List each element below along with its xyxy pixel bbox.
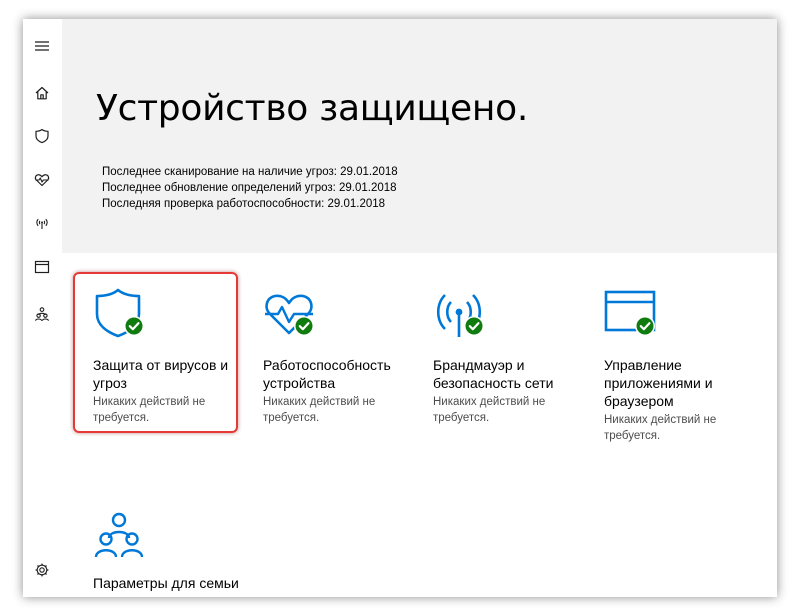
tile-device-health[interactable]: Работоспособность устройства Никаких дей… <box>263 287 415 427</box>
hamburger-menu-icon <box>35 41 49 51</box>
tile-subtitle: Никаких действий не требуется. <box>263 396 376 424</box>
last-scan-line: Последнее сканирование на наличие угроз:… <box>102 166 398 178</box>
antenna-check-icon <box>436 294 484 337</box>
sidebar-item-family-options[interactable] <box>28 300 56 328</box>
home-icon <box>35 86 49 100</box>
tile-virus-threat-protection[interactable]: Защита от вирусов и угроз Никаких действ… <box>93 287 245 427</box>
shield-icon <box>35 128 49 144</box>
tile-title: Защита от вирусов и угроз <box>93 357 229 391</box>
sidebar-item-virus-protection[interactable] <box>28 122 56 150</box>
shield-check-icon <box>95 288 144 338</box>
heart-pulse-icon <box>34 174 50 187</box>
tile-family-options[interactable]: Параметры для семьи <box>93 511 245 591</box>
tile-title: Работоспособность устройства <box>263 357 391 391</box>
family-icon <box>35 307 49 321</box>
status-hero: Устройство защищено. Последнее сканирова… <box>62 19 777 253</box>
gear-icon <box>35 563 49 577</box>
tile-subtitle: Никаких действий не требуется. <box>93 396 206 424</box>
family-icon <box>94 512 144 558</box>
windows-defender-window: Устройство защищено. Последнее сканирова… <box>23 19 777 597</box>
tile-title: Управление приложениями и браузером <box>604 357 713 409</box>
hamburger-menu-button[interactable] <box>28 32 56 60</box>
sidebar-item-firewall[interactable] <box>28 209 56 237</box>
sidebar-item-device-health[interactable] <box>28 166 56 194</box>
browser-window-icon <box>34 260 50 274</box>
tile-subtitle: Никаких действий не требуется. <box>433 396 546 424</box>
screenshot-stage: Устройство защищено. Последнее сканирова… <box>0 0 800 616</box>
browser-window-check-icon <box>604 290 656 336</box>
sidebar-item-app-browser-control[interactable] <box>28 253 56 281</box>
heart-pulse-check-icon <box>265 294 314 336</box>
sidebar-item-home[interactable] <box>28 79 56 107</box>
sidebar <box>23 19 61 597</box>
page-title: Устройство защищено. <box>96 88 528 129</box>
last-health-check-line: Последняя проверка работоспособности: 29… <box>102 198 386 210</box>
tile-title: Параметры для семьи <box>93 575 239 591</box>
tile-title: Брандмауэр и безопасность сети <box>433 357 554 391</box>
antenna-icon <box>36 218 48 229</box>
tile-app-browser-control[interactable]: Управление приложениями и браузером Ника… <box>604 287 756 447</box>
last-definition-update-line: Последнее обновление определений угроз: … <box>102 182 397 194</box>
status-details: Последнее сканирование на наличие угроз:… <box>102 164 398 212</box>
tile-firewall-network[interactable]: Брандмауэр и безопасность сети Никаких д… <box>433 287 585 427</box>
sidebar-item-settings[interactable] <box>28 556 56 584</box>
tile-subtitle: Никаких действий не требуется. <box>604 414 717 442</box>
